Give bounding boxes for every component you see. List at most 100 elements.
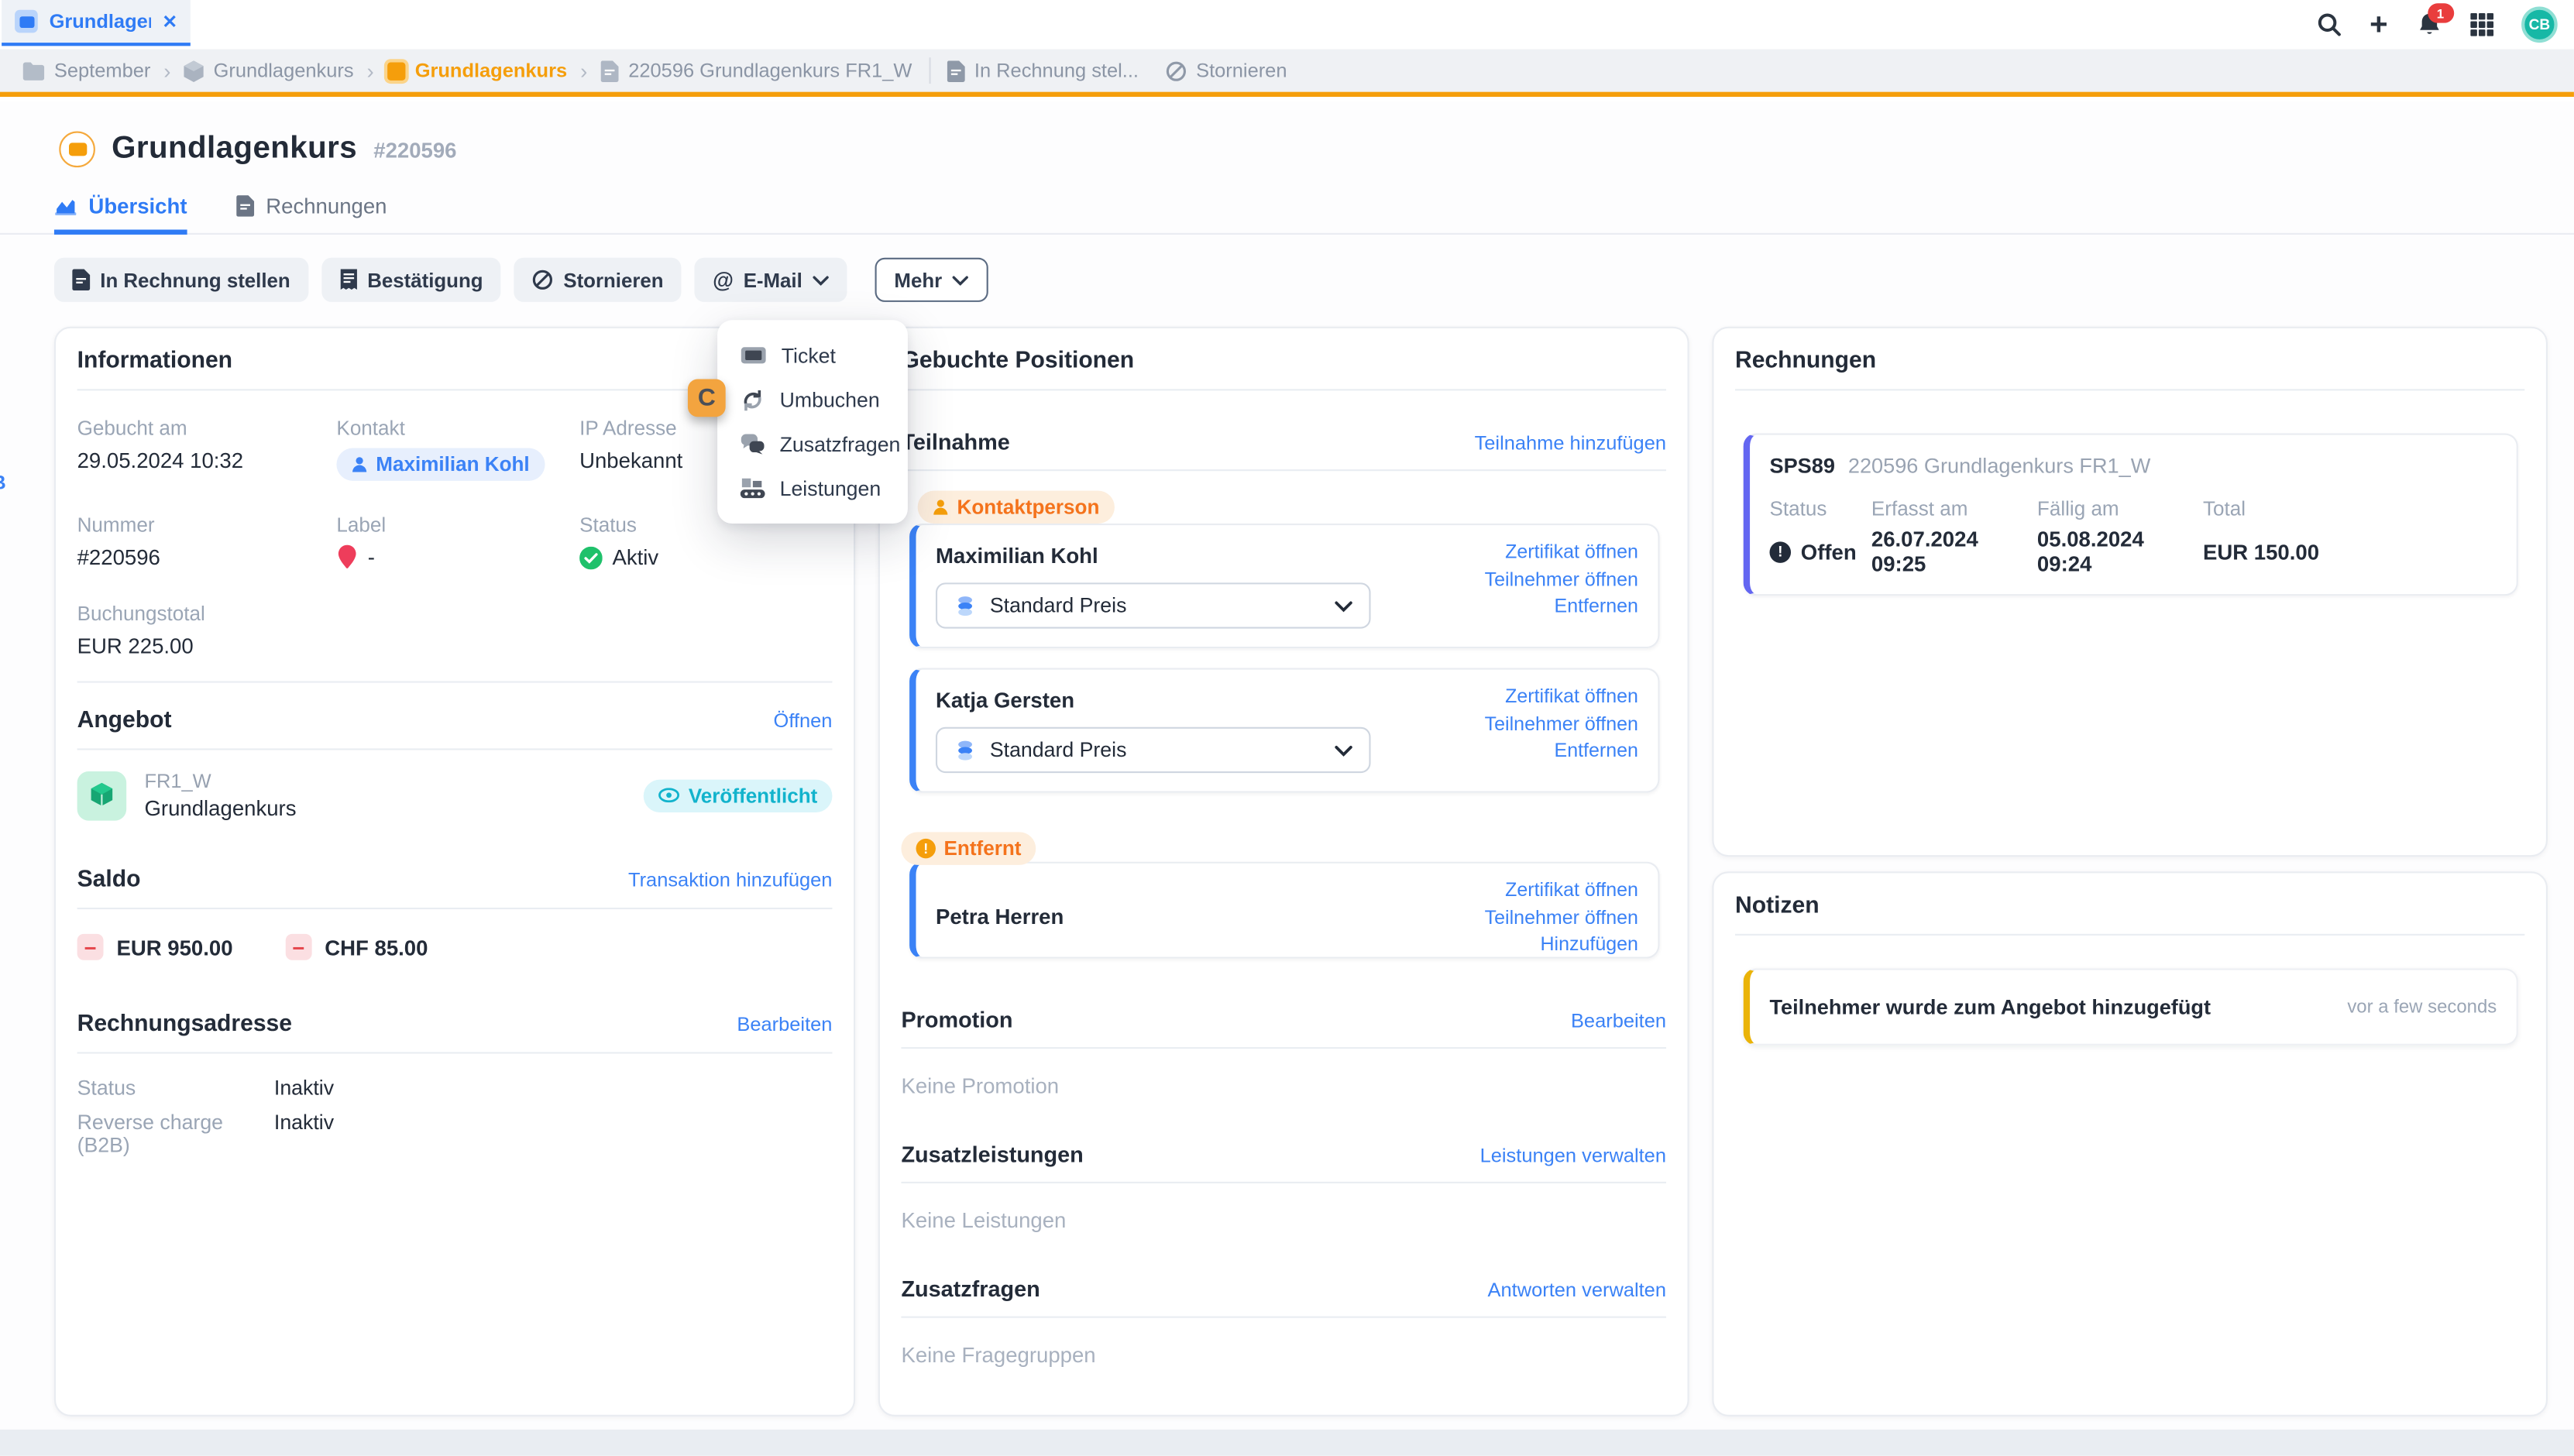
open-status-icon: !: [1769, 541, 1791, 562]
price-select[interactable]: Standard Preis: [936, 727, 1371, 773]
invoice-total-value: EUR 150.00: [2203, 527, 2497, 576]
chevron-down-icon: [812, 275, 828, 285]
open-certificate-link[interactable]: Zertifikat öffnen: [1505, 685, 1638, 708]
invoice-icon: [236, 195, 254, 217]
offer-item[interactable]: FR1_W Grundlagenkurs Veröffentlicht: [56, 750, 854, 840]
edit-promotion-link[interactable]: Bearbeiten: [1571, 1008, 1666, 1032]
cube-icon: [184, 60, 203, 81]
questions-title: Zusatzfragen: [901, 1277, 1040, 1302]
invoice-due-label: Fällig am: [2037, 497, 2203, 520]
open-participant-link[interactable]: Teilnehmer öffnen: [1485, 567, 1638, 590]
services-title: Zusatzleistungen: [901, 1142, 1083, 1167]
offer-open-link[interactable]: Öffnen: [774, 709, 833, 732]
chevron-down-icon: [1335, 600, 1352, 612]
person-icon: [933, 499, 949, 515]
confirmation-button[interactable]: Bestätigung: [321, 258, 501, 302]
menu-item-leistungen[interactable]: Leistungen: [717, 466, 908, 510]
invoice-status-label: Status: [1769, 497, 1871, 520]
price-select-value: Standard Preis: [990, 739, 1127, 762]
status-value: Aktiv: [612, 545, 658, 570]
page-tabs: Übersicht Rechnungen: [54, 194, 2574, 233]
square-icon: [387, 61, 405, 79]
breadcrumb: September › Grundlagenkurs › Grundlagenk…: [0, 50, 2574, 97]
add-transaction-link[interactable]: Transaktion hinzufügen: [628, 868, 832, 891]
edit-address-link[interactable]: Bearbeiten: [737, 1013, 832, 1036]
offer-section-title: Angebot: [77, 707, 172, 733]
ticket-circle-icon: [59, 132, 95, 168]
invoice-button[interactable]: In Rechnung stellen: [54, 258, 308, 302]
open-participant-link[interactable]: Teilnehmer öffnen: [1485, 712, 1638, 735]
browser-tab[interactable]: Grundlagenkurs ✕: [2, 0, 191, 46]
label-label: Label: [336, 513, 579, 537]
apps-grid-icon[interactable]: [2470, 13, 2493, 36]
open-participant-link[interactable]: Teilnehmer öffnen: [1485, 905, 1638, 929]
saldo-section-title: Saldo: [77, 867, 141, 893]
folder-icon: [23, 61, 45, 79]
topbar-icons: + 1 CB: [2315, 0, 2558, 50]
main-content: Grundlagenkurs #220596 Übersicht Rechnun…: [0, 101, 2574, 1429]
menu-item-umbuchen[interactable]: Umbuchen: [717, 377, 908, 421]
page-id: #220596: [373, 137, 456, 162]
invoice-card[interactable]: SPS89 220596 Grundlagenkurs FR1_W Status…: [1744, 433, 2518, 596]
open-certificate-link[interactable]: Zertifikat öffnen: [1505, 540, 1638, 563]
address-status-label: Status: [77, 1077, 274, 1100]
add-participation-link[interactable]: Teilnahme hinzufügen: [1475, 431, 1666, 454]
price-select[interactable]: Standard Preis: [936, 582, 1371, 628]
add-icon[interactable]: +: [2370, 9, 2388, 40]
reverse-charge-label: Reverse charge (B2B): [77, 1111, 274, 1157]
contact-person-badge: Kontaktperson: [918, 491, 1115, 524]
note-text: Teilnehmer wurde zum Angebot hinzugefügt: [1769, 994, 2211, 1019]
add-link[interactable]: Hinzufügen: [1540, 932, 1638, 956]
remove-link[interactable]: Entfernen: [1555, 739, 1638, 762]
ban-icon: [1165, 60, 1187, 81]
breadcrumb-item-booking[interactable]: 220596 Grundlagenkurs FR1_W: [600, 59, 912, 82]
coins-icon: [954, 740, 977, 761]
manage-answers-link[interactable]: Antworten verwalten: [1488, 1278, 1666, 1301]
cube-icon: [77, 771, 127, 820]
remove-link[interactable]: Entfernen: [1555, 594, 1638, 617]
tab-title: Grundlagenkurs: [50, 10, 151, 33]
breadcrumb-item-offer[interactable]: Grundlagenkurs: [184, 59, 353, 82]
divider: [1735, 389, 2524, 390]
manage-services-link[interactable]: Leistungen verwalten: [1480, 1143, 1666, 1166]
menu-item-ticket[interactable]: Ticket: [717, 333, 908, 377]
more-button[interactable]: Mehr: [875, 258, 988, 302]
breadcrumb-item-september[interactable]: September: [23, 59, 151, 82]
services-empty-text: Keine Leistungen: [880, 1183, 1688, 1257]
ban-icon: [532, 270, 554, 291]
check-circle-icon: [579, 546, 603, 569]
tab-rechnungen[interactable]: Rechnungen: [236, 194, 387, 233]
tab-uebersicht[interactable]: Übersicht: [54, 194, 187, 233]
panels-row: Informationen Gebucht am29.05.2024 10:32…: [54, 327, 2546, 1417]
menu-item-zusatzfragen[interactable]: Zusatzfragen: [717, 422, 908, 466]
info-panel-title: Informationen: [77, 348, 232, 374]
eye-icon: [659, 788, 681, 802]
minus-icon: −: [285, 934, 311, 960]
minus-icon: −: [77, 934, 104, 960]
positions-panel: Gebuchte Positionen Teilnahme Teilnahme …: [878, 327, 1689, 1417]
invoices-panel: Rechnungen SPS89 220596 Grundlagenkurs F…: [1712, 327, 2548, 857]
search-icon[interactable]: [2315, 12, 2342, 38]
booking-total-value: EUR 225.00: [77, 634, 337, 658]
booked-at-value: 29.05.2024 10:32: [77, 448, 337, 473]
participation-title: Teilnahme: [901, 430, 1009, 455]
breadcrumb-action-cancel[interactable]: Stornieren: [1165, 59, 1287, 82]
tab-card-icon: [15, 10, 38, 33]
notifications-bell-icon[interactable]: 1: [2416, 12, 2442, 38]
chevron-right-icon: ›: [367, 58, 374, 83]
invoices-panel-title: Rechnungen: [1735, 348, 1876, 374]
email-button[interactable]: @ E-Mail: [695, 258, 847, 302]
cancel-button[interactable]: Stornieren: [514, 258, 682, 302]
notes-panel: Notizen Teilnehmer wurde zum Angebot hin…: [1712, 871, 2548, 1417]
contact-pill[interactable]: Maximilian Kohl: [336, 448, 544, 481]
warning-icon: !: [916, 839, 936, 858]
page-header: Grundlagenkurs #220596: [59, 132, 2574, 168]
tab-close-icon[interactable]: ✕: [162, 11, 177, 33]
breadcrumb-item-course-active[interactable]: Grundlagenkurs: [387, 59, 567, 82]
open-certificate-link[interactable]: Zertifikat öffnen: [1505, 878, 1638, 901]
avatar[interactable]: CB: [2521, 6, 2558, 43]
breadcrumb-action-invoice[interactable]: In Rechnung stel...: [947, 59, 1139, 82]
coins-icon: [954, 595, 977, 616]
contact-label: Kontakt: [336, 417, 579, 440]
published-badge: Veröffentlicht: [644, 779, 833, 812]
